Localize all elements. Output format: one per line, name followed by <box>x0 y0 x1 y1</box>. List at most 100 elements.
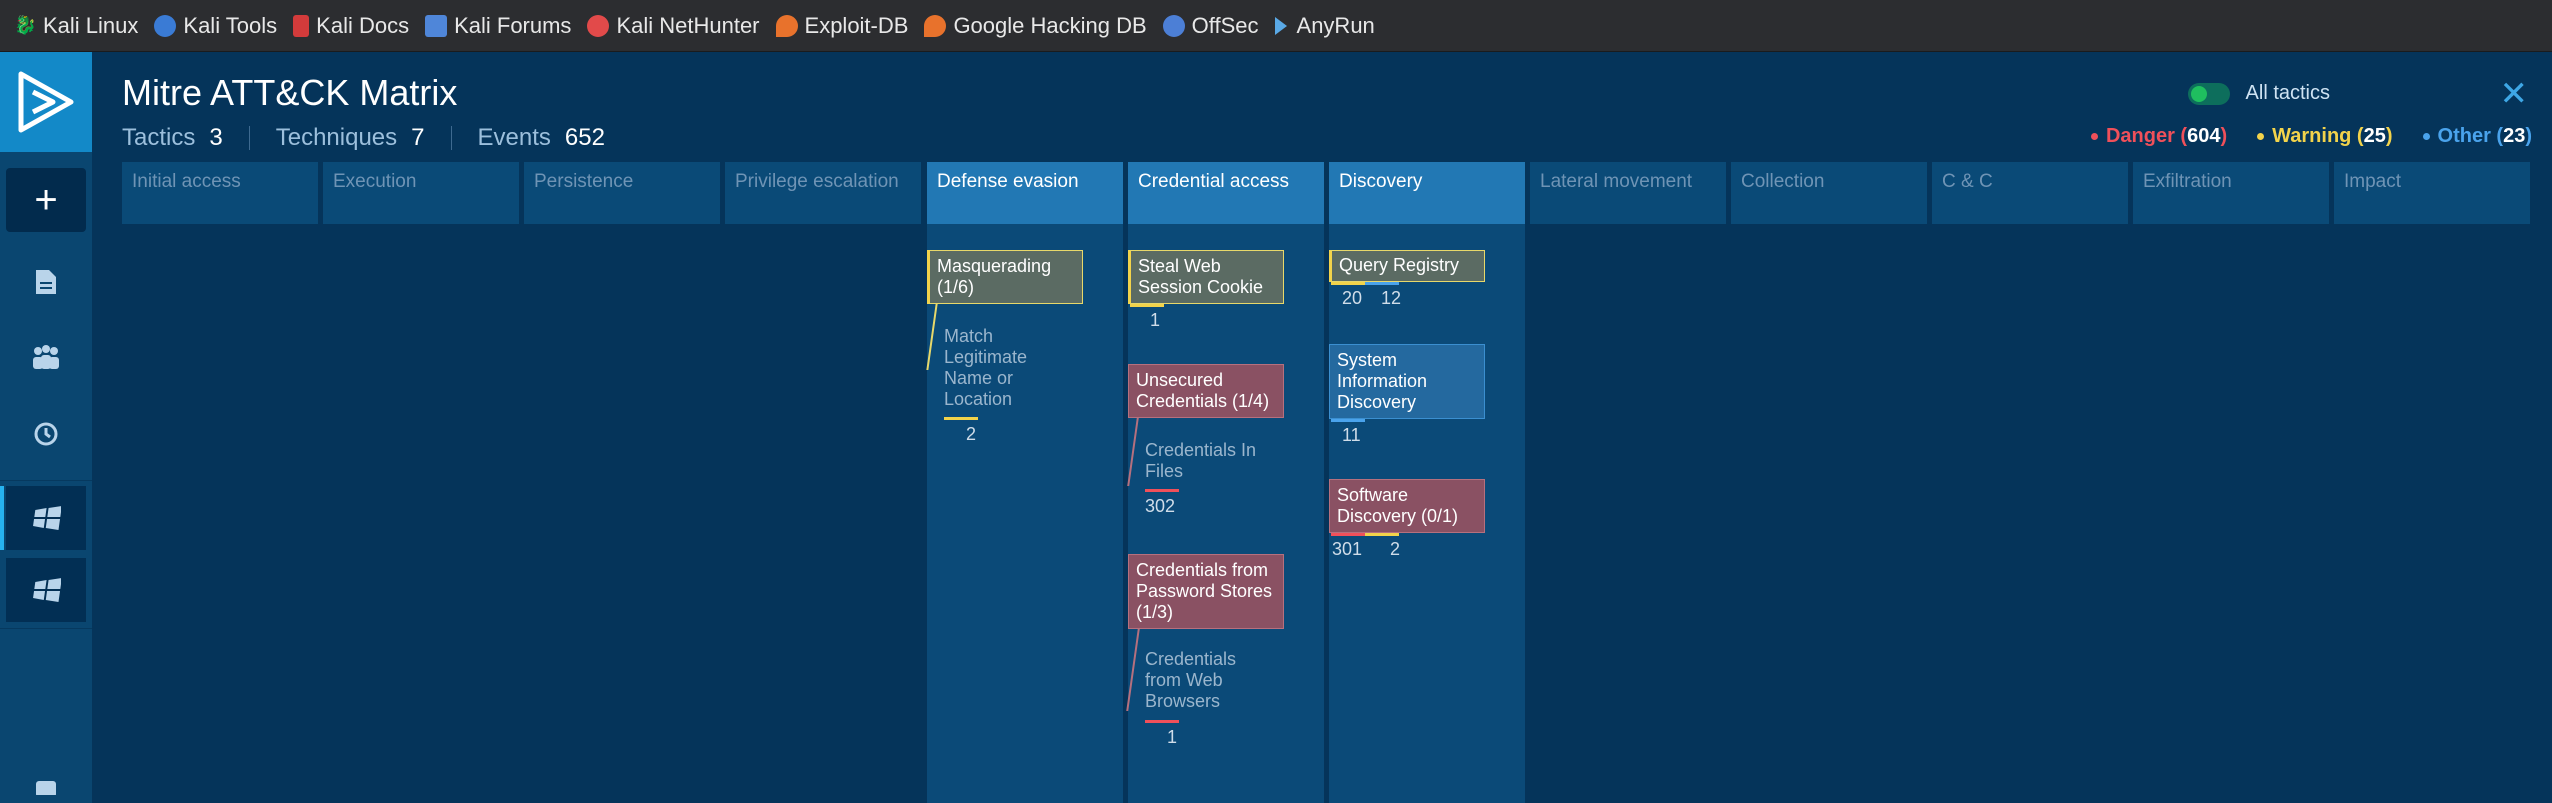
active-indicator <box>0 486 4 550</box>
bookmark-label: Kali Linux <box>43 12 139 38</box>
user-icon <box>36 781 56 795</box>
warning-underline <box>1331 282 1365 285</box>
stat-label-tactics: Tactics <box>122 124 196 151</box>
tactic-collection[interactable]: Collection <box>1731 162 1927 224</box>
stat-divider <box>450 126 452 150</box>
bookmark-kali-forums[interactable]: Kali Forums <box>425 13 571 39</box>
warning-dot <box>2257 133 2265 140</box>
event-count-danger: 301 <box>1332 539 1363 559</box>
toggle-switch[interactable] <box>2187 82 2230 105</box>
offsec-icon <box>1162 14 1185 37</box>
danger-underline <box>1145 720 1179 723</box>
tactic-execution[interactable]: Execution <box>323 162 519 224</box>
other-underline <box>1331 419 1365 422</box>
anyrun-icon <box>1274 16 1287 35</box>
tactic-privilege-escalation[interactable]: Privilege escalation <box>725 162 921 224</box>
bookmark-anyrun[interactable]: AnyRun <box>1274 12 1375 39</box>
history-button[interactable] <box>6 402 86 466</box>
document-icon <box>36 270 56 294</box>
technique-masquerading[interactable]: Masquerading (1/6) <box>927 250 1083 304</box>
event-count: 2 <box>966 424 977 444</box>
stat-label-techniques: Techniques <box>275 124 398 151</box>
tactic-lateral-movement[interactable]: Lateral movement <box>1530 162 1726 224</box>
toggle-label: All tactics <box>2245 82 2330 104</box>
legend-label: Warning <box>2272 125 2352 147</box>
new-task-button[interactable]: + <box>6 168 86 232</box>
team-button[interactable] <box>6 326 86 390</box>
stats-row: Tactics 3 Techniques 7 Events 652 <box>122 124 605 152</box>
event-count: 1 <box>1167 727 1178 747</box>
bookmark-ghdb[interactable]: Google Hacking DB <box>924 12 1147 39</box>
stat-value-events: 652 <box>564 124 605 151</box>
legend-count: 604 <box>2187 125 2221 147</box>
bookmark-kali-docs[interactable]: Kali Docs <box>293 13 409 39</box>
bookmark-offsec[interactable]: OffSec <box>1162 12 1259 39</box>
warning-underline <box>1365 533 1399 536</box>
tactic-impact[interactable]: Impact <box>2334 162 2530 224</box>
technique-query-registry[interactable]: Query Registry <box>1329 250 1485 282</box>
stat-value-techniques: 7 <box>411 124 425 151</box>
technique-software-discovery[interactable]: Software Discovery (0/1) <box>1329 479 1485 533</box>
event-count-warning: 2 <box>1390 539 1401 559</box>
tactic-credential-access[interactable]: Credential access <box>1128 162 1324 224</box>
bookmark-label: AnyRun <box>1296 12 1375 38</box>
kali-dragon-icon: 🐉 <box>14 14 37 35</box>
team-icon <box>33 345 59 369</box>
page-title: Mitre ATT&CK Matrix <box>122 72 458 113</box>
kali-docs-icon <box>293 14 310 37</box>
windows-task-button-2[interactable] <box>6 558 86 622</box>
legend-label: Other <box>2437 125 2491 147</box>
exploit-db-icon <box>775 14 798 37</box>
sub-technique-match-legitimate[interactable]: Match Legitimate Name or Location <box>944 326 1074 410</box>
sidebar-divider <box>0 628 92 629</box>
all-tactics-toggle[interactable]: All tactics <box>2187 82 2330 105</box>
ghdb-icon <box>924 14 947 37</box>
technique-unsecured-credentials[interactable]: Unsecured Credentials (1/4) <box>1128 364 1284 418</box>
profile-button[interactable] <box>6 768 86 802</box>
sidebar-divider <box>0 480 92 481</box>
bookmark-label: Kali Docs <box>316 12 410 38</box>
bookmark-kali-linux[interactable]: 🐉 Kali Linux <box>14 13 138 39</box>
sub-technique-credentials-in-files[interactable]: Credentials In Files <box>1145 440 1275 482</box>
technique-system-information-discovery[interactable]: System Information Discovery <box>1329 344 1485 419</box>
other-underline <box>1365 282 1399 285</box>
legend-label: Danger <box>2105 125 2175 147</box>
warning-underline <box>1130 304 1164 307</box>
mitre-matrix-panel: Mitre ATT&CK Matrix Tactics 3 Techniques… <box>92 52 2552 803</box>
left-sidebar: + <box>0 52 92 803</box>
event-count-other: 12 <box>1381 288 1402 308</box>
stat-value-tactics: 3 <box>209 124 223 151</box>
tactic-discovery[interactable]: Discovery <box>1329 162 1525 224</box>
toggle-knob <box>2190 85 2207 102</box>
technique-steal-web-session-cookie[interactable]: Steal Web Session Cookie <box>1128 250 1284 304</box>
bookmark-label: Kali NetHunter <box>616 12 760 38</box>
windows-task-button[interactable] <box>6 486 86 550</box>
tactic-exfiltration[interactable]: Exfiltration <box>2133 162 2329 224</box>
bookmark-label: Kali Tools <box>183 12 278 38</box>
tactic-c-and-c[interactable]: C & C <box>1932 162 2128 224</box>
kali-nethunter-icon <box>587 14 610 37</box>
bookmark-exploit-db[interactable]: Exploit-DB <box>775 13 908 39</box>
legend-count: 23 <box>2503 125 2526 147</box>
sub-technique-credentials-from-web-browsers[interactable]: Credentials from Web Browsers <box>1145 649 1275 712</box>
stat-divider <box>248 126 250 150</box>
bookmark-kali-tools[interactable]: Kali Tools <box>154 13 277 39</box>
bookmark-label: OffSec <box>1191 12 1259 38</box>
tactic-persistence[interactable]: Persistence <box>524 162 720 224</box>
tactic-initial-access[interactable]: Initial access <box>122 162 318 224</box>
bookmark-label: Google Hacking DB <box>953 12 1147 38</box>
danger-underline <box>1331 533 1365 536</box>
kali-tools-icon <box>154 14 177 37</box>
bookmark-kali-nethunter[interactable]: Kali NetHunter <box>587 12 760 39</box>
anyrun-logo[interactable] <box>0 52 92 152</box>
event-count: 302 <box>1145 496 1176 516</box>
tactic-defense-evasion[interactable]: Defense evasion <box>927 162 1123 224</box>
windows-icon <box>33 578 61 602</box>
anyrun-logo-icon <box>18 71 74 133</box>
close-icon[interactable]: ✕ <box>2500 74 2529 114</box>
reports-button[interactable] <box>6 250 86 314</box>
technique-credentials-from-password-stores[interactable]: Credentials from Password Stores (1/3) <box>1128 554 1284 629</box>
event-count: 1 <box>1150 310 1161 330</box>
event-count-warning: 20 <box>1342 288 1363 308</box>
legend-warning: Warning (25) <box>2257 125 2393 148</box>
